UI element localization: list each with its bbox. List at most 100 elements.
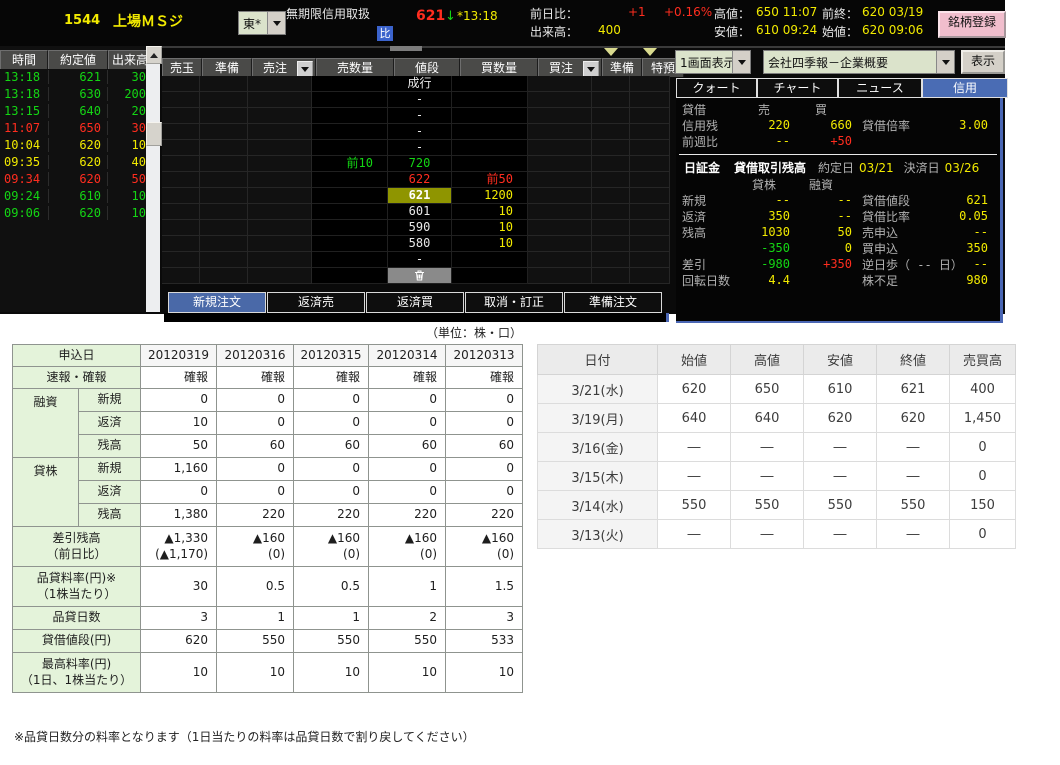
board-sell-qty-cell[interactable] bbox=[312, 236, 388, 252]
credit-line: 新規----貸借値段621 bbox=[676, 192, 1000, 208]
credit-line-cell: -- bbox=[958, 225, 1000, 239]
board-price-cell[interactable]: - bbox=[388, 108, 452, 124]
board-cell[interactable] bbox=[528, 236, 592, 252]
board-cell[interactable] bbox=[248, 108, 312, 124]
order-tab-item[interactable]: 取消・訂正 bbox=[465, 292, 563, 313]
board-price-cell[interactable]: 601 bbox=[388, 204, 452, 220]
info-tab-item[interactable]: チャート bbox=[757, 78, 838, 98]
board-cell[interactable] bbox=[248, 92, 312, 108]
board-cell[interactable] bbox=[248, 172, 312, 188]
board-cell[interactable] bbox=[528, 204, 592, 220]
show-button[interactable]: 表示 bbox=[961, 50, 1005, 74]
board-cell[interactable] bbox=[248, 252, 312, 268]
board-sell-qty-cell[interactable] bbox=[312, 76, 388, 92]
board-cell[interactable] bbox=[248, 220, 312, 236]
exchange-select[interactable]: 東* bbox=[238, 11, 286, 35]
board-buy-qty-cell[interactable] bbox=[452, 156, 528, 172]
board-cell[interactable] bbox=[528, 92, 592, 108]
board-cell[interactable] bbox=[248, 124, 312, 140]
compare-badge[interactable]: 比 bbox=[377, 26, 393, 41]
board-cell[interactable] bbox=[528, 220, 592, 236]
board-cell[interactable] bbox=[528, 268, 592, 284]
settle-date-value: 03/26 bbox=[940, 161, 980, 175]
board-buy-qty-cell[interactable] bbox=[452, 140, 528, 156]
column-filter-icon[interactable] bbox=[297, 61, 313, 77]
order-tab-item[interactable]: 返済売 bbox=[267, 292, 365, 313]
board-sell-qty-cell[interactable] bbox=[312, 172, 388, 188]
board-buy-qty-cell[interactable] bbox=[452, 108, 528, 124]
board-price-cell[interactable]: - bbox=[388, 124, 452, 140]
prev-diff-label: 前日比： bbox=[530, 5, 578, 22]
board-sell-qty-cell[interactable]: 前10 bbox=[312, 156, 388, 172]
order-tab-item[interactable]: 準備注文 bbox=[564, 292, 662, 313]
board-buy-qty-cell[interactable]: 1200 bbox=[452, 188, 528, 204]
board-sell-qty-cell[interactable] bbox=[312, 108, 388, 124]
summary-label-line: 品貸料率(円)※ bbox=[17, 571, 136, 587]
board-sell-qty-cell[interactable] bbox=[312, 140, 388, 156]
order-book-panel: 売玉準備売注売数量値段買数量買注準備特預 成行----前10720622前506… bbox=[162, 46, 670, 322]
register-symbol-button[interactable]: 銘柄登録 bbox=[938, 11, 1006, 38]
board-sell-qty-cell[interactable] bbox=[312, 92, 388, 108]
chevron-down-icon[interactable] bbox=[732, 51, 750, 73]
scrollbar-thumb[interactable] bbox=[146, 122, 162, 146]
board-cell[interactable] bbox=[528, 124, 592, 140]
board-buy-qty-cell[interactable] bbox=[452, 124, 528, 140]
board-price-cell[interactable]: - bbox=[388, 140, 452, 156]
board-cell[interactable] bbox=[528, 156, 592, 172]
board-cell[interactable] bbox=[528, 172, 592, 188]
column-filter-icon[interactable] bbox=[583, 61, 599, 77]
info-tab-item[interactable]: ニュース bbox=[838, 78, 922, 98]
board-cell[interactable] bbox=[248, 140, 312, 156]
info-tab-selected[interactable]: 信用 bbox=[922, 78, 1008, 98]
board-buy-qty-cell[interactable] bbox=[452, 92, 528, 108]
board-sell-qty-cell[interactable] bbox=[312, 268, 388, 284]
info-tab-item[interactable]: クォート bbox=[676, 78, 757, 98]
board-price-cell[interactable]: 590 bbox=[388, 220, 452, 236]
board-price-cell[interactable]: 622 bbox=[388, 172, 452, 188]
report-select[interactable]: 会社四季報－企業概要 bbox=[763, 50, 955, 74]
board-cell[interactable] bbox=[528, 188, 592, 204]
view-mode-select[interactable]: 1画面表示 bbox=[675, 50, 751, 74]
board-price-cell[interactable]: 成行 bbox=[388, 76, 452, 92]
board-cell bbox=[162, 268, 200, 284]
trash-icon[interactable] bbox=[388, 268, 452, 284]
board-cell[interactable] bbox=[528, 108, 592, 124]
board-buy-qty-cell[interactable]: 10 bbox=[452, 220, 528, 236]
board-buy-qty-cell[interactable]: 10 bbox=[452, 236, 528, 252]
board-cell[interactable] bbox=[528, 252, 592, 268]
credit-line-cell: 0 bbox=[790, 241, 852, 255]
board-buy-qty-cell[interactable]: 10 bbox=[452, 204, 528, 220]
board-buy-qty-cell[interactable]: 前50 bbox=[452, 172, 528, 188]
board-cell[interactable] bbox=[248, 236, 312, 252]
scroll-up-icon[interactable] bbox=[146, 46, 162, 64]
board-price-cell[interactable]: - bbox=[388, 92, 452, 108]
board-sell-qty-cell[interactable] bbox=[312, 124, 388, 140]
board-sell-qty-cell[interactable] bbox=[312, 188, 388, 204]
chevron-down-icon[interactable] bbox=[267, 12, 285, 34]
board-cell[interactable] bbox=[528, 76, 592, 92]
trade-time: 09:24 bbox=[0, 189, 49, 203]
board-sell-qty-cell[interactable] bbox=[312, 204, 388, 220]
board-cell[interactable] bbox=[248, 188, 312, 204]
tape-scrollbar[interactable] bbox=[146, 46, 160, 312]
splitter-handle[interactable] bbox=[390, 46, 422, 51]
date-column-header: 20120316 bbox=[217, 345, 294, 367]
board-price-cell[interactable]: 580 bbox=[388, 236, 452, 252]
board-cell[interactable] bbox=[248, 76, 312, 92]
chevron-down-icon[interactable] bbox=[936, 51, 954, 73]
board-buy-qty-cell[interactable] bbox=[452, 252, 528, 268]
board-cell[interactable] bbox=[248, 268, 312, 284]
board-cell[interactable] bbox=[248, 204, 312, 220]
trade-time: 13:15 bbox=[0, 104, 49, 118]
board-buy-qty-cell[interactable] bbox=[452, 76, 528, 92]
order-tab-item[interactable]: 返済買 bbox=[366, 292, 464, 313]
board-price-cell[interactable]: - bbox=[388, 252, 452, 268]
board-price-cell[interactable]: 720 bbox=[388, 156, 452, 172]
board-price-cell[interactable]: 621 bbox=[388, 188, 452, 204]
board-buy-qty-cell[interactable] bbox=[452, 268, 528, 284]
board-sell-qty-cell[interactable] bbox=[312, 252, 388, 268]
board-sell-qty-cell[interactable] bbox=[312, 220, 388, 236]
board-cell[interactable] bbox=[528, 140, 592, 156]
board-cell[interactable] bbox=[248, 156, 312, 172]
order-tab-selected[interactable]: 新規注文 bbox=[168, 292, 266, 313]
